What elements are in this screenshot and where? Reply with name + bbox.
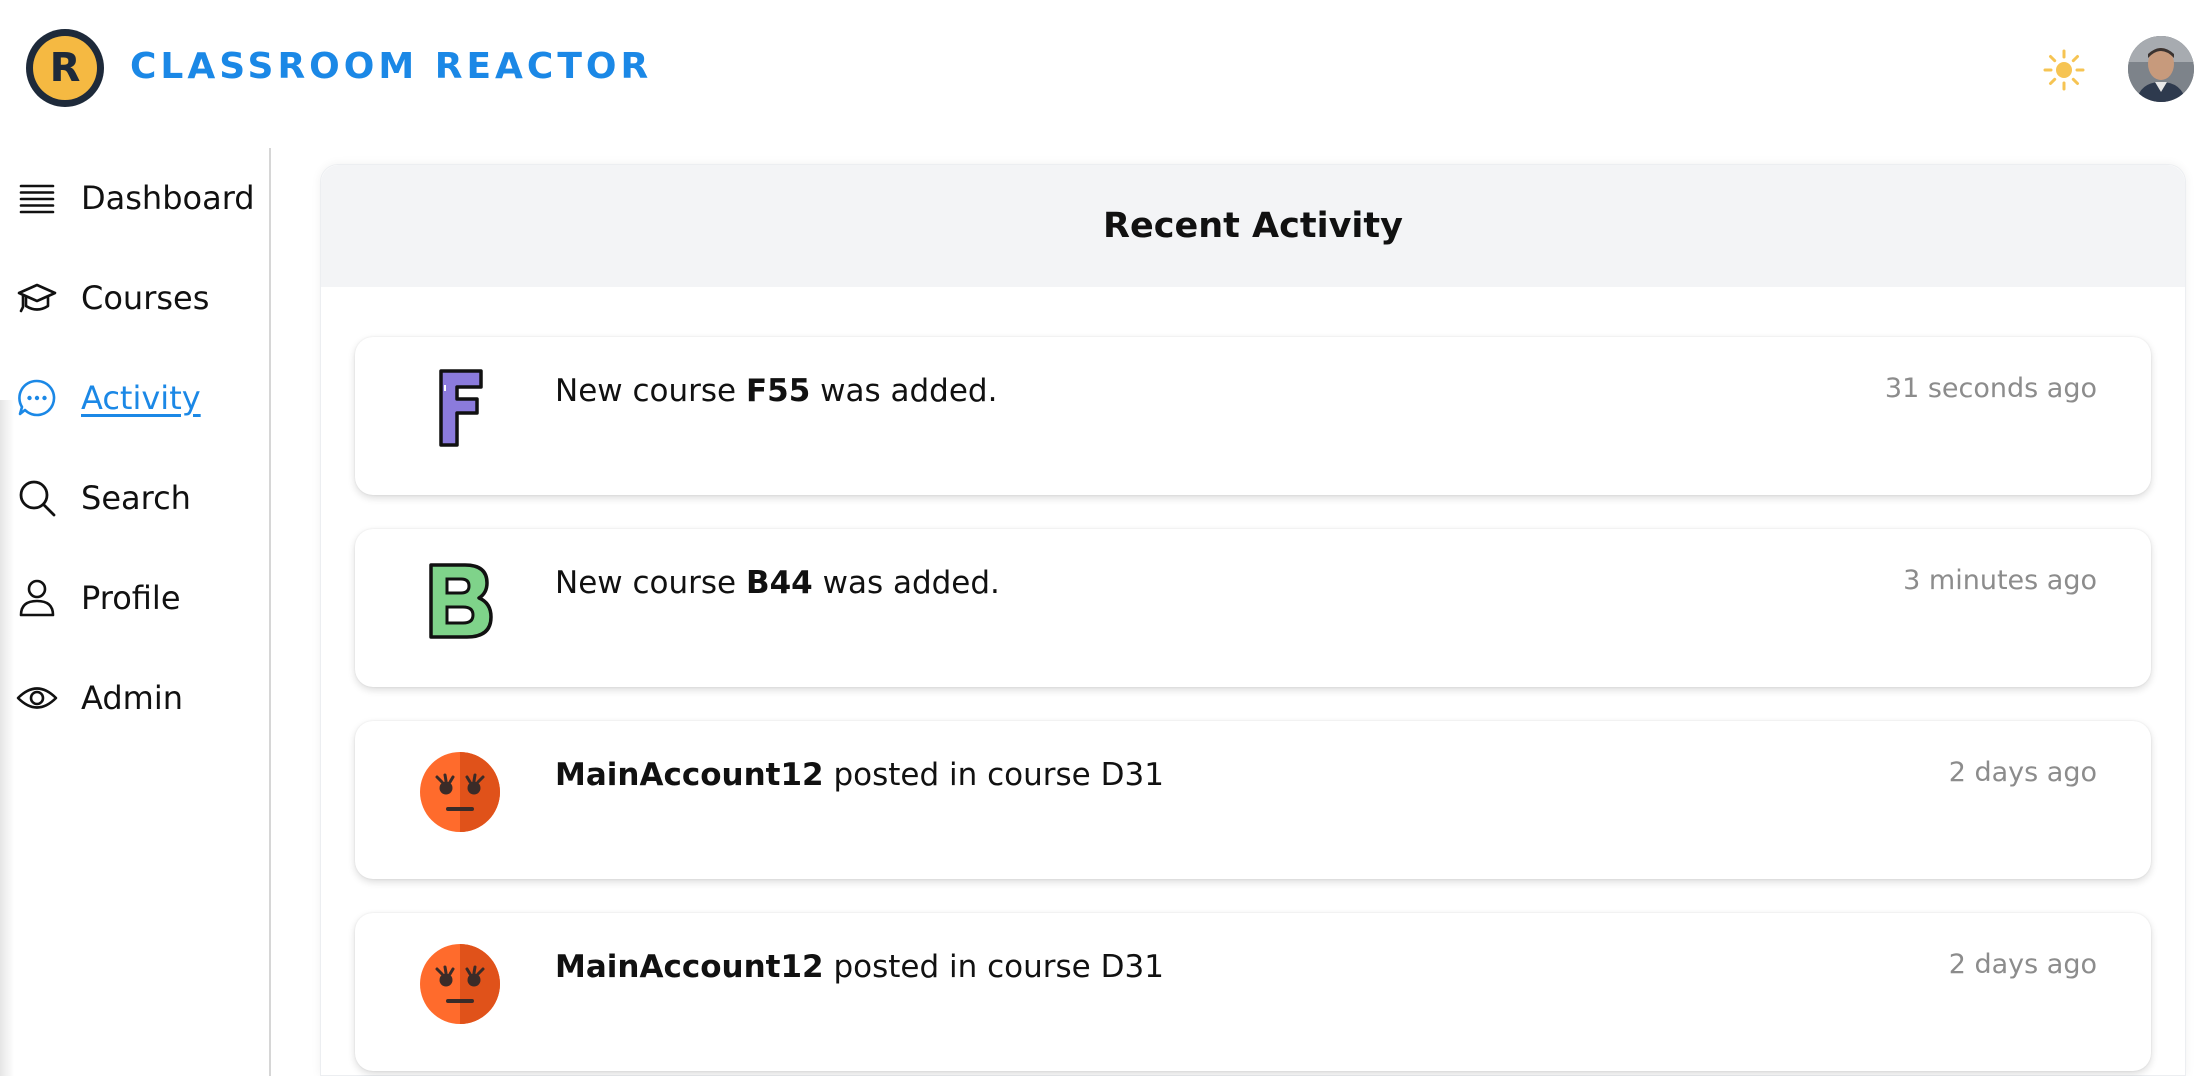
activity-timestamp: 2 days ago: [1948, 757, 2097, 788]
activity-text: New course B44 was added.: [555, 565, 1000, 601]
username: MainAccount12: [555, 757, 824, 793]
sidebar-item-activity[interactable]: Activity: [16, 368, 256, 428]
recent-activity-panel: Recent Activity New course F55 was added…: [320, 164, 2186, 1076]
activity-text: MainAccount12 posted in course D31: [555, 949, 1164, 985]
sidebar-item-label: Activity: [81, 379, 201, 417]
grumpy-face-icon: [415, 939, 505, 1029]
app-root: R CLASSROOM REACTOR Dashboard Courses Ac…: [0, 0, 2209, 1076]
course-code: B44: [745, 565, 813, 601]
activity-item[interactable]: MainAccount12 posted in course D31 2 day…: [355, 913, 2151, 1071]
page-title: Recent Activity: [1103, 206, 1403, 246]
course-code: F55: [745, 373, 811, 409]
search-icon: [16, 474, 64, 522]
sidebar-item-label: Courses: [81, 279, 210, 317]
chat-bubble-icon: [16, 374, 64, 422]
sidebar-item-label: Search: [81, 479, 191, 517]
activity-text: MainAccount12 posted in course D31: [555, 757, 1164, 793]
sidebar-item-dashboard[interactable]: Dashboard: [16, 168, 256, 228]
activity-timestamp: 31 seconds ago: [1884, 373, 2097, 404]
user-avatar[interactable]: [2128, 36, 2194, 102]
sun-icon[interactable]: [2042, 48, 2086, 92]
sidebar-item-courses[interactable]: Courses: [16, 268, 256, 328]
stacked-lines-icon: [16, 174, 64, 222]
activity-text: New course F55 was added.: [555, 373, 998, 409]
activity-item[interactable]: New course B44 was added. 3 minutes ago: [355, 529, 2151, 687]
user-icon: [16, 574, 64, 622]
graduation-cap-icon: [16, 274, 64, 322]
logo-letter: R: [33, 36, 97, 100]
sidebar-item-label: Profile: [81, 579, 181, 617]
brand-title[interactable]: CLASSROOM REACTOR: [130, 46, 652, 87]
activity-item[interactable]: MainAccount12 posted in course D31 2 day…: [355, 721, 2151, 879]
top-header: R CLASSROOM REACTOR: [0, 0, 2209, 140]
panel-header: Recent Activity: [321, 165, 2185, 287]
eye-icon: [16, 674, 64, 722]
sidebar-item-label: Admin: [81, 679, 183, 717]
sidebar-item-profile[interactable]: Profile: [16, 568, 256, 628]
sidebar-item-admin[interactable]: Admin: [16, 668, 256, 728]
logo-icon[interactable]: R: [26, 29, 104, 107]
username: MainAccount12: [555, 949, 824, 985]
sidebar-item-search[interactable]: Search: [16, 468, 256, 528]
activity-item[interactable]: New course F55 was added. 31 seconds ago: [355, 337, 2151, 495]
sidebar: Dashboard Courses Activity Search Profil…: [0, 148, 271, 1076]
activity-timestamp: 3 minutes ago: [1903, 565, 2097, 596]
letter-f-icon: [415, 363, 505, 453]
activity-timestamp: 2 days ago: [1948, 949, 2097, 980]
letter-b-icon: [415, 555, 505, 645]
grumpy-face-icon: [415, 747, 505, 837]
sidebar-item-label: Dashboard: [81, 179, 255, 217]
